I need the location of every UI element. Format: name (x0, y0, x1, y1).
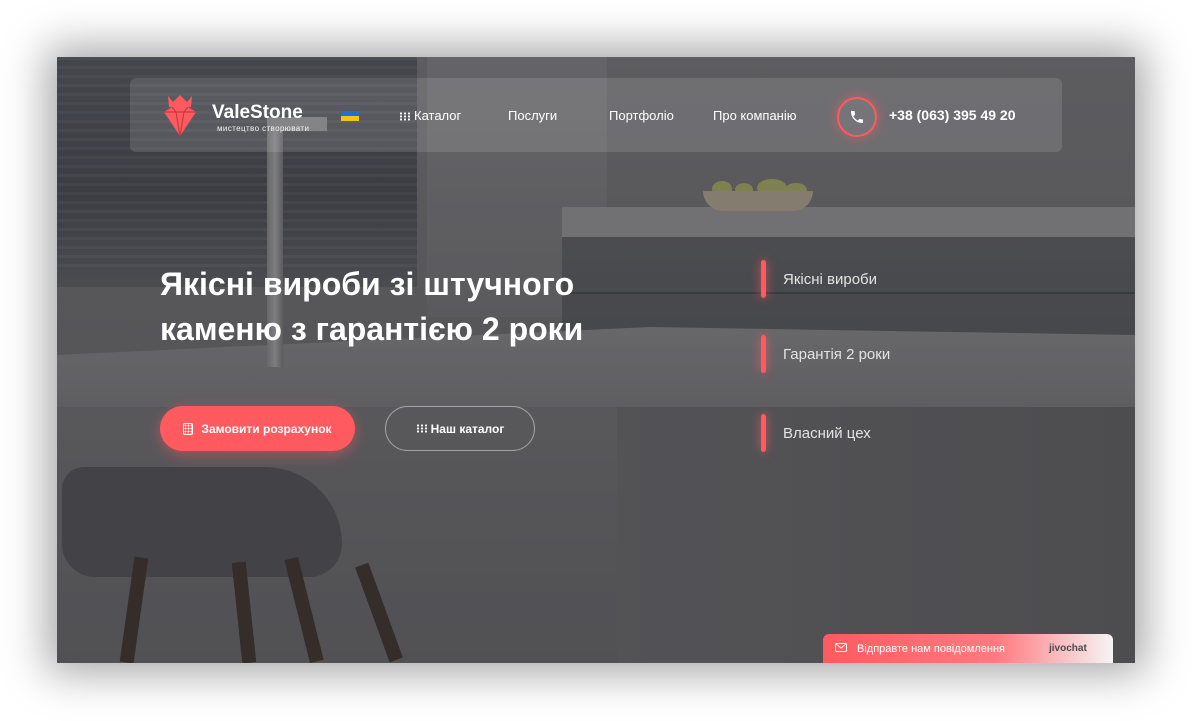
our-catalog-button[interactable]: Наш каталог (385, 406, 535, 451)
brand-name[interactable]: ValeStone (212, 102, 303, 124)
feature-label: Якісні вироби (783, 271, 878, 288)
order-calculation-button[interactable]: Замовити розрахунок (160, 406, 355, 451)
chat-widget[interactable]: Відправте нам повідомлення jivochat (823, 634, 1113, 663)
hero-title: Якісні вироби зі штучного каменю з гаран… (160, 262, 680, 352)
phone-call-button[interactable] (837, 97, 877, 137)
phone-number[interactable]: +38 (063) 395 49 20 (889, 107, 1016, 123)
feature-label: Власний цех (783, 425, 871, 442)
nav-services[interactable]: Послуги (508, 108, 557, 123)
feature-accent-bar (761, 260, 766, 298)
brand-tagline: мистецтво створювати (217, 124, 310, 133)
order-calculation-label: Замовити розрахунок (201, 421, 332, 436)
hero-title-line-2: каменю з гарантією 2 роки (160, 311, 584, 347)
nav-about[interactable]: Про компанію (713, 108, 797, 123)
feature-accent-bar (761, 335, 766, 373)
feature-label: Гарантія 2 роки (783, 346, 891, 363)
nav-catalog-label: Каталог (414, 108, 462, 123)
crown-diamond-logo-icon[interactable] (160, 92, 200, 138)
feature-accent-bar (761, 414, 766, 452)
nav-catalog[interactable]: Каталог (399, 108, 461, 123)
site-header: ValeStone мистецтво створювати Каталог П… (130, 78, 1062, 152)
hero-title-line-1: Якісні вироби зі штучного (160, 266, 575, 302)
chat-widget-label: Відправте нам повідомлення (857, 643, 1005, 655)
calculator-icon (183, 422, 194, 435)
nav-portfolio[interactable]: Портфоліо (609, 108, 674, 123)
our-catalog-label: Наш каталог (430, 421, 505, 436)
grid-icon (415, 424, 428, 433)
envelope-icon (835, 643, 847, 652)
phone-icon (851, 111, 863, 123)
chat-widget-brand: jivochat (1049, 643, 1087, 654)
grid-icon (399, 112, 411, 122)
browser-viewport: ValeStone мистецтво створювати Каталог П… (57, 57, 1135, 663)
ukraine-flag-icon[interactable] (341, 111, 359, 121)
